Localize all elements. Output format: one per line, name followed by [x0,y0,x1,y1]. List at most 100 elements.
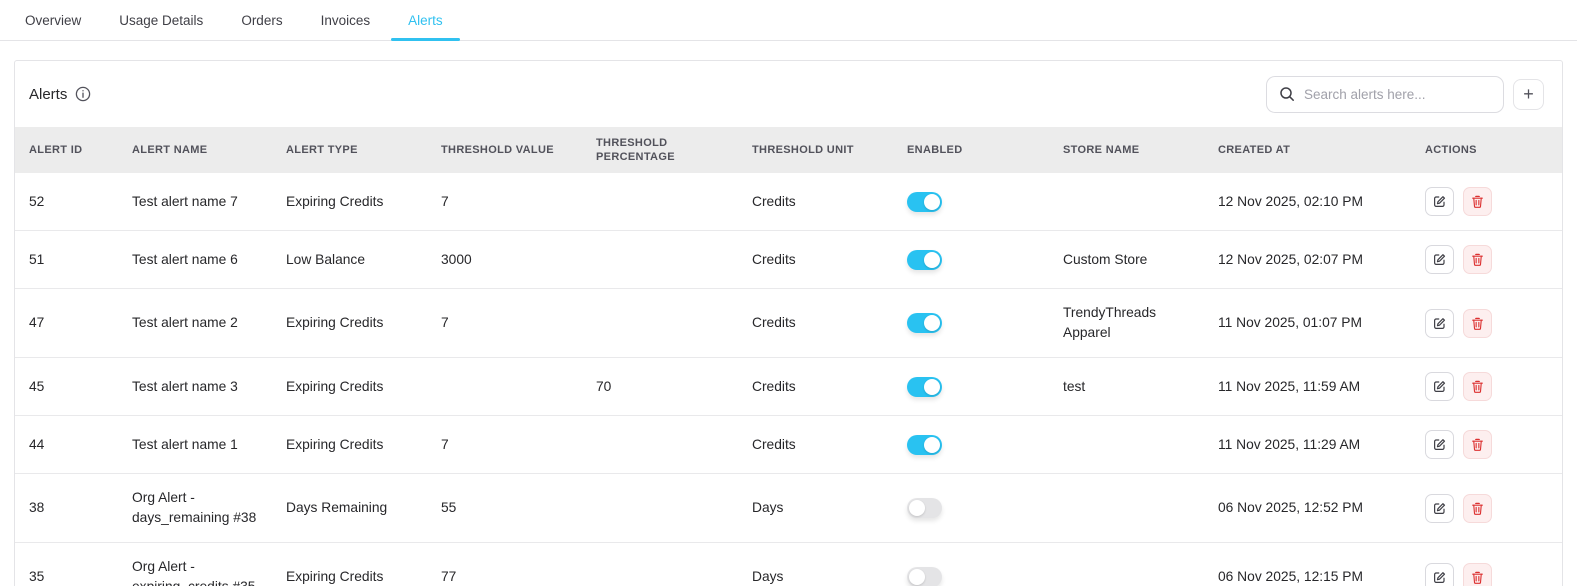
cell-enabled [893,415,1049,474]
cell-threshold-percentage [582,288,738,358]
cell-threshold-unit: Days [738,542,893,586]
table-body: 52 Test alert name 7 Expiring Credits 7 … [15,173,1562,586]
tab-usage-details[interactable]: Usage Details [100,0,222,40]
cell-threshold-value [427,357,582,416]
cell-created-at: 06 Nov 2025, 12:15 PM [1204,542,1411,586]
edit-button[interactable] [1425,372,1454,401]
cell-store-name [1049,415,1204,474]
cell-threshold-unit: Credits [738,288,893,358]
cell-alert-type: Expiring Credits [272,288,427,358]
trash-icon [1472,571,1483,584]
enabled-toggle[interactable] [907,567,942,586]
delete-button[interactable] [1463,562,1492,586]
actions-group [1425,308,1548,338]
enabled-toggle[interactable] [907,498,942,518]
trash-icon [1472,253,1483,266]
cell-alert-id: 38 [15,473,118,543]
tab-overview[interactable]: Overview [6,0,100,40]
cell-alert-type: Expiring Credits [272,542,427,586]
edit-button[interactable] [1425,187,1454,216]
delete-button[interactable] [1463,187,1492,216]
panel-title-group: Alerts [29,86,91,103]
table-row: 47 Test alert name 2 Expiring Credits 7 … [15,288,1562,358]
table-row: 38 Org Alert - days_remaining #38 Days R… [15,473,1562,543]
cell-store-name [1049,542,1204,586]
enabled-toggle[interactable] [907,434,942,455]
cell-actions [1411,542,1562,586]
cell-threshold-value: 7 [427,288,582,358]
cell-alert-id: 35 [15,542,118,586]
cell-enabled [893,173,1049,231]
delete-button[interactable] [1463,245,1492,274]
trash-icon [1472,380,1483,393]
tab-orders[interactable]: Orders [222,0,301,40]
panel-controls: + [1266,75,1544,113]
edit-icon [1434,196,1446,207]
edit-button[interactable] [1425,562,1454,586]
tab-alerts[interactable]: Alerts [389,0,462,41]
alerts-table: ALERT ID ALERT NAME ALERT TYPE THRESHOLD VA… [15,127,1562,586]
edit-button[interactable] [1425,308,1454,338]
cell-alert-type: Expiring Credits [272,357,427,416]
cell-threshold-unit: Credits [738,357,893,416]
cell-threshold-percentage [582,230,738,289]
cell-enabled [893,230,1049,289]
column-header: ACTIONS [1411,127,1562,173]
cell-alert-type: Expiring Credits [272,173,427,231]
search-input[interactable] [1304,86,1491,102]
cell-threshold-value: 3000 [427,230,582,289]
cell-actions [1411,415,1562,474]
cell-created-at: 06 Nov 2025, 12:52 PM [1204,473,1411,543]
cell-alert-name: Test alert name 2 [118,288,272,358]
header-row: ALERT ID ALERT NAME ALERT TYPE THRESHOLD VA… [15,127,1562,173]
delete-button[interactable] [1463,430,1492,459]
edit-button[interactable] [1425,430,1454,459]
cell-actions [1411,288,1562,358]
panel-title: Alerts [29,85,68,103]
edit-icon [1434,439,1446,450]
actions-group [1425,562,1548,586]
delete-button[interactable] [1463,493,1492,523]
cell-alert-id: 45 [15,357,118,416]
cell-threshold-percentage [582,173,738,231]
cell-actions [1411,357,1562,416]
edit-button[interactable] [1425,493,1454,523]
enabled-toggle[interactable] [907,191,942,212]
info-icon[interactable] [75,86,91,102]
cell-alert-name: Test alert name 1 [118,415,272,474]
cell-alert-type: Expiring Credits [272,415,427,474]
cell-created-at: 12 Nov 2025, 02:07 PM [1204,230,1411,289]
column-header: CREATED AT [1204,127,1411,173]
cell-threshold-percentage [582,542,738,586]
enabled-toggle[interactable] [907,376,942,397]
cell-alert-id: 51 [15,230,118,289]
cell-threshold-value: 77 [427,542,582,586]
cell-store-name: TrendyThreads Apparel [1049,288,1204,358]
add-alert-button[interactable]: + [1513,78,1544,110]
cell-created-at: 11 Nov 2025, 01:07 PM [1204,288,1411,358]
panel-header: Alerts + [15,61,1562,127]
cell-alert-name: Test alert name 6 [118,230,272,289]
tab-invoices[interactable]: Invoices [302,0,390,40]
cell-alert-id: 52 [15,173,118,231]
enabled-toggle[interactable] [907,313,942,333]
cell-threshold-value: 7 [427,415,582,474]
column-header: ALERT ID [15,127,118,173]
cell-enabled [893,542,1049,586]
cell-threshold-value: 55 [427,473,582,543]
search-box[interactable] [1266,75,1504,113]
cell-actions [1411,173,1562,231]
actions-group [1425,245,1548,274]
enabled-toggle[interactable] [907,249,942,270]
delete-button[interactable] [1463,372,1492,401]
alerts-panel: Alerts + [14,60,1563,586]
cell-threshold-unit: Days [738,473,893,543]
actions-group [1425,372,1548,401]
delete-button[interactable] [1463,308,1492,338]
trash-icon [1472,438,1483,451]
edit-button[interactable] [1425,245,1454,274]
cell-alert-name: Test alert name 7 [118,173,272,231]
edit-icon [1434,571,1446,583]
column-header: ALERT TYPE [272,127,427,173]
cell-alert-type: Low Balance [272,230,427,289]
